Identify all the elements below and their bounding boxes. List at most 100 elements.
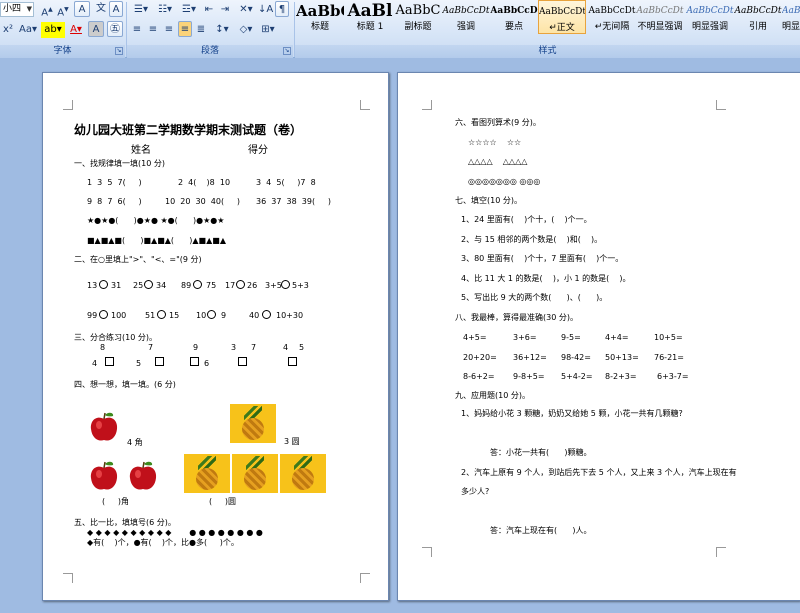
answer-box[interactable] xyxy=(238,357,247,366)
compare-circle[interactable] xyxy=(99,310,108,319)
score-label: 得分 xyxy=(248,145,268,156)
split-number: 6 xyxy=(204,359,210,368)
compare-number: 9 xyxy=(221,311,227,320)
font-color-icon[interactable]: A▾ xyxy=(67,22,85,38)
answer-box[interactable] xyxy=(190,357,199,366)
arithmetic-item: 98-42= xyxy=(561,353,591,362)
arithmetic-item: 9-5= xyxy=(561,333,581,342)
crop-mark xyxy=(63,100,73,110)
shrink-font-icon[interactable]: A▼ xyxy=(56,2,70,18)
style-subtitle[interactable]: AaBbC 副标题 xyxy=(394,0,442,34)
style-heading1[interactable]: AaBl 标题 1 xyxy=(346,0,394,34)
highlight-icon[interactable]: ab▾ xyxy=(41,22,65,38)
style-sample: AaBbCcDt xyxy=(636,6,684,16)
sort-icon[interactable]: ↓A xyxy=(258,2,273,18)
question-text: 多少人? xyxy=(461,487,490,496)
align-center-icon[interactable]: ≡ xyxy=(146,22,160,38)
style-no-spacing[interactable]: AaBbCcDt ↵无间隔 xyxy=(588,0,636,34)
split-number: 4 xyxy=(92,359,98,368)
multilevel-list-icon[interactable]: ☲▾ xyxy=(178,2,200,18)
chinese-layout-icon[interactable]: ✕▾ xyxy=(236,2,256,18)
compare-circle[interactable] xyxy=(144,280,153,289)
style-name: ↵无间隔 xyxy=(594,22,630,32)
question-text: 2、汽车上原有 9 个人，到站后先下去 5 个人，又上来 3 个人，汽车上现在有 xyxy=(461,468,737,477)
question-text: 1、24 里面有( )个十，( )个一。 xyxy=(461,215,592,224)
compare-circle[interactable] xyxy=(281,280,290,289)
style-name: 标题 xyxy=(310,22,329,32)
style-sample: AaBbCcDt xyxy=(734,6,782,16)
section-heading: 一、找规律填一填(10 分) xyxy=(74,159,165,168)
document-page-left[interactable]: 幼儿园大班第二学期数学期末测试题（卷） 姓名 得分 一、找规律填一填(10 分)… xyxy=(42,72,389,601)
phonetic-guide-icon[interactable]: 文 xyxy=(93,1,109,17)
decrease-indent-icon[interactable]: ⇤ xyxy=(202,2,216,18)
style-sample: AaBbCcD xyxy=(490,6,538,16)
paragraph-dialog-icon[interactable]: ↘ xyxy=(283,47,291,55)
question-text: ☆☆☆☆ ☆☆ xyxy=(468,138,522,147)
show-marks-icon[interactable]: ¶ xyxy=(275,1,289,17)
enclose-char-icon[interactable]: ㊄ xyxy=(107,21,123,37)
style-quote[interactable]: AaBbCcDt 引用 xyxy=(734,0,782,34)
chevron-down-icon[interactable]: ▼ xyxy=(27,3,32,16)
split-number: 7 xyxy=(251,343,257,352)
font-size-box[interactable]: 小四 ▼ xyxy=(0,2,34,17)
style-normal[interactable]: AaBbCcDt ↵正文 xyxy=(538,0,586,34)
split-number: 4 xyxy=(283,343,289,352)
question-text: 10 20 30 40( ) xyxy=(165,197,240,206)
compare-circle[interactable] xyxy=(157,310,166,319)
arithmetic-item: 36+12= xyxy=(513,353,547,362)
crop-mark xyxy=(716,547,726,557)
compare-number: 100 xyxy=(111,311,127,320)
grow-font-icon[interactable]: A▲ xyxy=(40,2,54,18)
justify-icon[interactable]: ≡ xyxy=(178,21,192,37)
style-emphasis[interactable]: AaBbCcDt 强调 xyxy=(442,0,490,34)
clear-format-icon[interactable]: A xyxy=(74,1,90,17)
compare-number: 40 xyxy=(249,311,260,320)
align-left-icon[interactable]: ≡ xyxy=(130,22,144,38)
align-right-icon[interactable]: ≡ xyxy=(162,22,176,38)
compare-circle[interactable] xyxy=(262,310,271,319)
char-border-icon[interactable]: A xyxy=(109,1,123,17)
answer-box[interactable] xyxy=(155,357,164,366)
compare-number: 51 xyxy=(145,311,156,320)
pineapple-image xyxy=(232,454,278,493)
font-size-value: 小四 xyxy=(3,4,22,14)
arithmetic-item: 8-6+2= xyxy=(463,372,495,381)
split-number: 5 xyxy=(136,359,142,368)
answer-box[interactable] xyxy=(288,357,297,366)
compare-circle[interactable] xyxy=(99,280,108,289)
style-title[interactable]: AaBbC 标题 xyxy=(296,0,344,34)
font-dialog-icon[interactable]: ↘ xyxy=(115,47,123,55)
arithmetic-item: 50+13= xyxy=(605,353,639,362)
compare-number: 10+30 xyxy=(276,311,304,320)
distribute-icon[interactable]: ≣ xyxy=(194,22,208,38)
bullets-icon[interactable]: ☰▾ xyxy=(130,2,152,18)
char-shading-icon[interactable]: A xyxy=(88,21,104,37)
style-sample: AaBbCcDt xyxy=(588,6,636,16)
question-text: 5、写出比 9 大的两个数( )、( )。 xyxy=(461,293,608,302)
compare-circle[interactable] xyxy=(236,280,245,289)
numbering-icon[interactable]: ☷▾ xyxy=(154,2,176,18)
compare-circle[interactable] xyxy=(193,280,202,289)
paragraph-group-label: 段落 xyxy=(127,45,293,58)
document-page-right[interactable]: 六、看图列算术(9 分)。 ☆☆☆☆ ☆☆ △△△△ △△△△ ◎◎◎◎◎◎◎ … xyxy=(397,72,800,601)
style-strong[interactable]: AaBbCcD 要点 xyxy=(490,0,538,34)
shading-icon[interactable]: ◇▾ xyxy=(236,22,256,38)
compare-circle[interactable] xyxy=(207,310,216,319)
line-spacing-icon[interactable]: ↕▾ xyxy=(212,22,232,38)
answer-text: 答：小花一共有( )颗糖。 xyxy=(490,448,592,457)
question-text: 4、比 11 大 1 的数是( )，小 1 的数是( )。 xyxy=(461,274,631,283)
style-intense-emphasis[interactable]: AaBbCcDt 明显强调 xyxy=(686,0,734,34)
change-case-icon[interactable]: x² xyxy=(1,22,15,38)
style-subtle-emphasis[interactable]: AaBbCcDt 不明显强调 xyxy=(636,0,684,34)
picture-label: 4 角 xyxy=(127,438,143,447)
text-effect-icon[interactable]: Aa▾ xyxy=(18,22,38,38)
answer-box[interactable] xyxy=(105,357,114,366)
increase-indent-icon[interactable]: ⇥ xyxy=(218,2,232,18)
crop-mark xyxy=(360,573,370,583)
crop-mark xyxy=(422,100,432,110)
borders-icon[interactable]: ⊞▾ xyxy=(258,22,278,38)
style-intense-quote[interactable]: AaBbCcDt 明显引用 xyxy=(782,0,800,34)
arithmetic-item: 4+4= xyxy=(605,333,629,342)
compare-number: 25 xyxy=(133,281,144,290)
compare-number: 3+5 xyxy=(265,281,282,290)
